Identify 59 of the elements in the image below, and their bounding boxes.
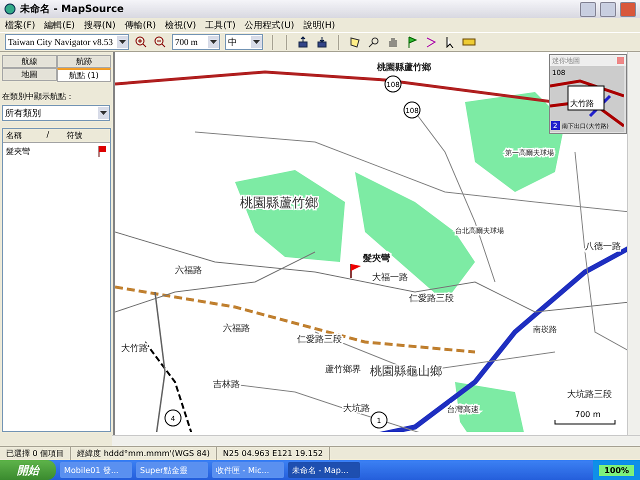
tab[interactable]: 航跡	[56, 55, 112, 68]
upload-icon[interactable]	[296, 35, 310, 49]
scale-bar	[554, 420, 616, 424]
flag-icon	[350, 264, 362, 278]
road-label: 蘆竹鄉界	[325, 365, 362, 375]
road-label: 大坑路	[343, 404, 370, 414]
road-label: 大坑路三段	[567, 390, 612, 400]
globe-icon	[4, 3, 16, 15]
flag-icon	[97, 145, 108, 157]
map-select-icon[interactable]	[348, 35, 362, 49]
road-label: 吉林路	[213, 380, 240, 390]
horizontal-scrollbar[interactable]	[112, 435, 640, 446]
zoom-in-icon[interactable]	[134, 35, 148, 49]
dropdown-caret-icon[interactable]	[117, 36, 128, 48]
tab[interactable]: 航線	[2, 55, 57, 68]
road-label: 南崁路	[533, 325, 558, 334]
menu-item[interactable]: 公用程式(U)	[244, 18, 294, 32]
scale-label: 700 m	[575, 410, 601, 419]
dropdown-caret-icon[interactable]	[208, 36, 219, 48]
waypoint-label: 髮夾彎	[363, 254, 390, 264]
close-button[interactable]	[620, 2, 636, 16]
column-header[interactable]: /	[46, 130, 67, 141]
dropdown-caret-icon[interactable]	[251, 36, 262, 48]
menu-item[interactable]: 編輯(E)	[44, 18, 75, 32]
road-label: 桃園縣蘆竹鄉	[377, 63, 432, 73]
road-label: 大福一路	[372, 273, 408, 283]
window-title: 未命名 - MapSource	[20, 2, 125, 16]
column-header[interactable]: 名稱	[6, 130, 46, 141]
road-label: 六福路	[223, 324, 250, 334]
menu-item[interactable]: 說明(H)	[303, 18, 336, 32]
tab[interactable]: 航點 (1)	[56, 68, 112, 82]
minimize-button[interactable]	[580, 2, 596, 16]
menu-item[interactable]: 傳輸(R)	[124, 18, 156, 32]
menu-item[interactable]: 檔案(F)	[5, 18, 36, 32]
road-label: 六福路	[175, 266, 202, 276]
road-label: 八德一路	[585, 242, 622, 252]
vertical-scrollbar[interactable]	[627, 52, 640, 435]
zoom-dropdown[interactable]: 700 m	[172, 34, 220, 50]
menu-item[interactable]: 工具(T)	[205, 18, 236, 32]
filter-label: 在類別中顯示航點：	[2, 91, 75, 102]
category-dropdown[interactable]: 所有類別	[2, 105, 110, 121]
road-label: 大竹路	[121, 344, 148, 354]
road-label: 仁愛路三段	[297, 335, 342, 345]
battery-level: 100%	[599, 464, 634, 476]
download-icon[interactable]	[315, 35, 329, 49]
map-product-dropdown[interactable]: Taiwan City Navigator v8.53	[5, 34, 129, 50]
menu-item[interactable]: 檢視(V)	[164, 18, 196, 32]
menu-item[interactable]: 搜尋(N)	[84, 18, 116, 32]
tab[interactable]: 地圖	[2, 68, 57, 81]
maximize-button[interactable]	[600, 2, 616, 16]
detail-dropdown[interactable]: 中	[225, 34, 263, 50]
road-label: 大竹路	[570, 99, 594, 108]
taskbar-button[interactable]: 未命名 - Map...	[288, 462, 360, 478]
zoom-out-icon[interactable]	[153, 35, 167, 49]
route-icon[interactable]	[424, 35, 438, 49]
zoom-tool-icon[interactable]	[367, 35, 381, 49]
dropdown-caret-icon[interactable]	[98, 107, 109, 119]
column-header[interactable]: 符號	[66, 130, 108, 141]
waypoint-row[interactable]: 髮夾彎	[3, 143, 110, 159]
